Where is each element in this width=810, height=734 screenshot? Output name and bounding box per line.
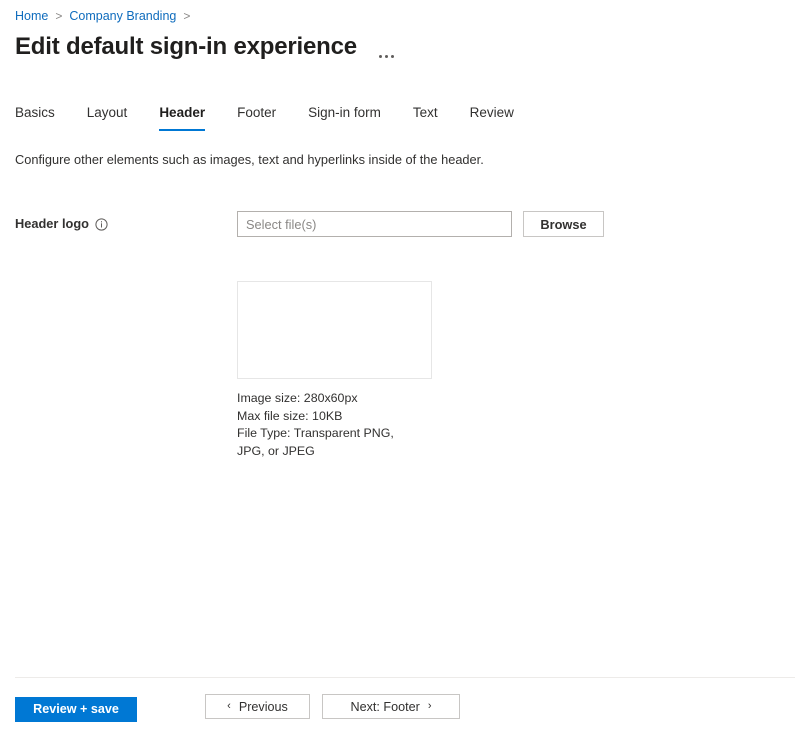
header-logo-hints: Image size: 280x60px Max file size: 10KB… xyxy=(237,390,437,460)
tab-review[interactable]: Review xyxy=(470,104,514,131)
tab-footer[interactable]: Footer xyxy=(237,104,276,131)
hint-image-size: Image size: 280x60px xyxy=(237,390,437,408)
header-logo-row: Header logo Browse xyxy=(15,211,795,237)
section-description: Configure other elements such as images,… xyxy=(15,151,484,169)
tab-basics[interactable]: Basics xyxy=(15,104,55,131)
info-icon[interactable] xyxy=(95,218,108,231)
ellipsis-dot xyxy=(391,55,394,58)
breadcrumb-item-company-branding[interactable]: Company Branding xyxy=(69,8,176,24)
ellipsis-dot xyxy=(379,55,382,58)
previous-button-label: Previous xyxy=(239,700,288,714)
footer-divider xyxy=(15,677,795,678)
page-title: Edit default sign-in experience xyxy=(15,32,357,62)
wizard-nav-group: ‹ Previous Next: Footer › xyxy=(205,694,460,719)
wizard-tabs: Basics Layout Header Footer Sign-in form… xyxy=(15,104,514,136)
chevron-right-icon: › xyxy=(428,701,432,712)
header-logo-preview xyxy=(237,281,432,379)
review-save-button[interactable]: Review + save xyxy=(15,697,137,722)
previous-button[interactable]: ‹ Previous xyxy=(205,694,310,719)
more-commands-icon[interactable] xyxy=(379,32,394,62)
ellipsis-dot xyxy=(385,55,388,58)
tab-sign-in-form[interactable]: Sign-in form xyxy=(308,104,381,131)
hint-file-type: File Type: Transparent PNG, xyxy=(237,425,437,443)
tab-header[interactable]: Header xyxy=(159,104,205,131)
next-footer-button[interactable]: Next: Footer › xyxy=(322,694,460,719)
breadcrumb: Home > Company Branding > xyxy=(15,8,197,24)
tab-layout[interactable]: Layout xyxy=(87,104,128,131)
chevron-left-icon: ‹ xyxy=(227,701,231,712)
header-logo-label-group: Header logo xyxy=(15,211,237,233)
next-button-label: Next: Footer xyxy=(351,700,420,714)
browse-button[interactable]: Browse xyxy=(523,211,604,237)
hint-max-file-size: Max file size: 10KB xyxy=(237,408,437,426)
chevron-right-icon: > xyxy=(183,8,190,24)
header-logo-label: Header logo xyxy=(15,215,89,233)
breadcrumb-item-home[interactable]: Home xyxy=(15,8,48,24)
chevron-right-icon: > xyxy=(55,8,62,24)
page-title-row: Edit default sign-in experience xyxy=(15,32,394,62)
hint-file-type-cont: JPG, or JPEG xyxy=(237,443,437,461)
tab-text[interactable]: Text xyxy=(413,104,438,131)
header-logo-file-input[interactable] xyxy=(237,211,512,237)
